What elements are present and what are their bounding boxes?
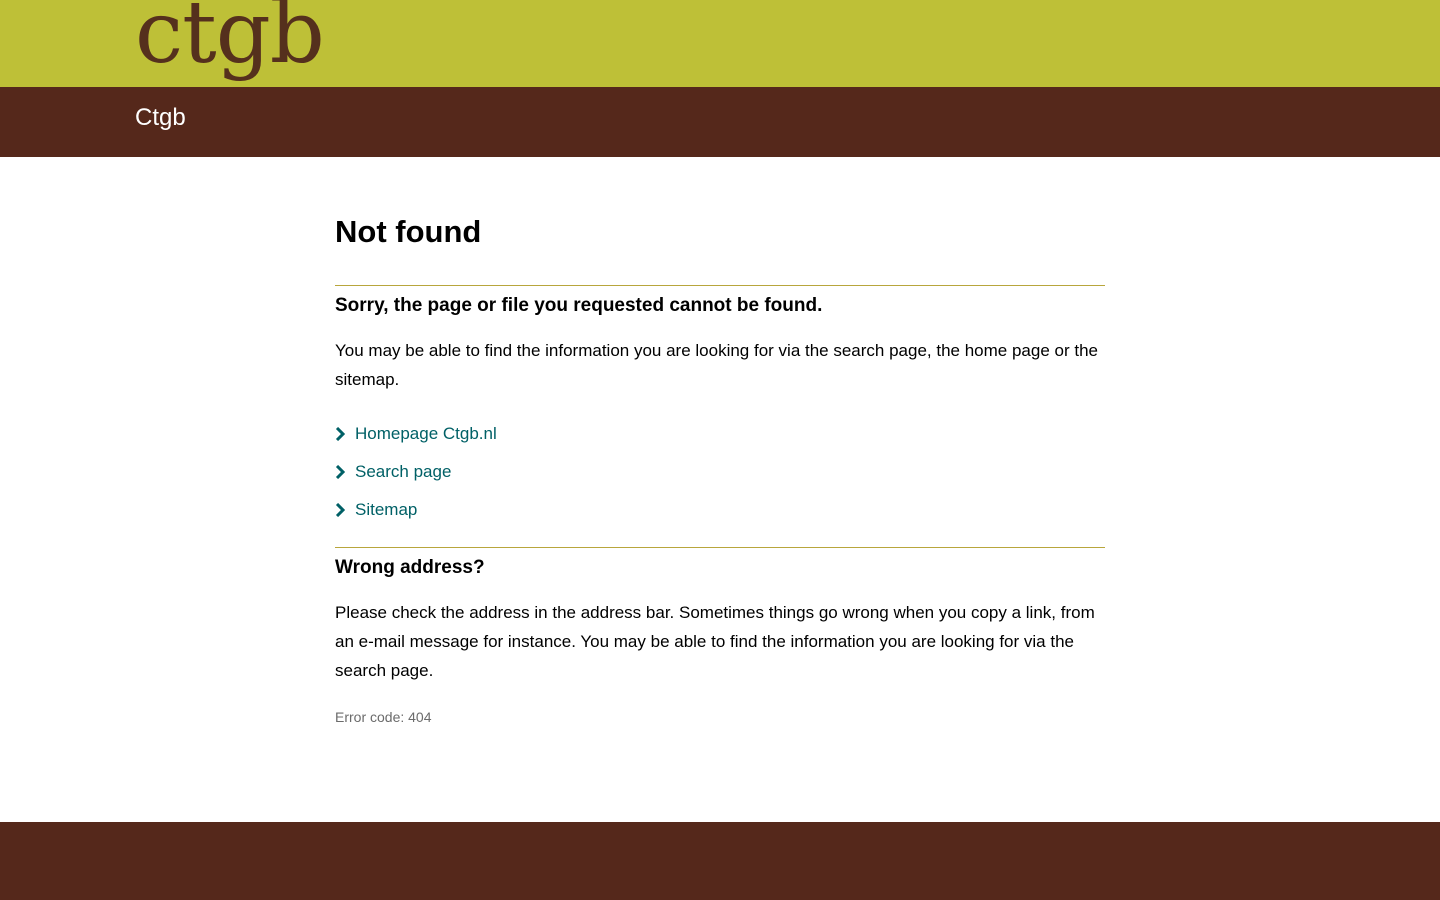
main-content: Not found Sorry, the page or file you re… — [335, 212, 1105, 725]
wrong-address-text: Please check the address in the address … — [335, 603, 1095, 680]
list-item: Search page — [335, 453, 1105, 491]
search-page-link[interactable]: Search page — [355, 462, 451, 482]
site-title-bar — [0, 87, 1440, 157]
list-item: Sitemap — [335, 491, 1105, 529]
site-footer — [0, 822, 1440, 900]
homepage-link[interactable]: Homepage Ctgb.nl — [355, 424, 497, 444]
ctgb-logo[interactable]: ctgb — [135, 0, 325, 76]
site-name[interactable]: Ctgb — [135, 104, 186, 132]
page-title: Not found — [335, 214, 482, 249]
divider — [335, 285, 1105, 286]
chevron-right-icon — [335, 424, 355, 444]
wrong-address-heading: Wrong address? — [335, 557, 485, 578]
divider — [335, 547, 1105, 548]
sitemap-link[interactable]: Sitemap — [355, 500, 417, 520]
error-code: Error code: 404 — [335, 709, 432, 725]
intro-text: You may be able to find the information … — [335, 341, 1098, 389]
chevron-right-icon — [335, 462, 355, 482]
helpful-links: Homepage Ctgb.nl Search page Sitemap — [335, 415, 1105, 529]
chevron-right-icon — [335, 500, 355, 520]
sorry-heading: Sorry, the page or file you requested ca… — [335, 295, 823, 316]
list-item: Homepage Ctgb.nl — [335, 415, 1105, 453]
